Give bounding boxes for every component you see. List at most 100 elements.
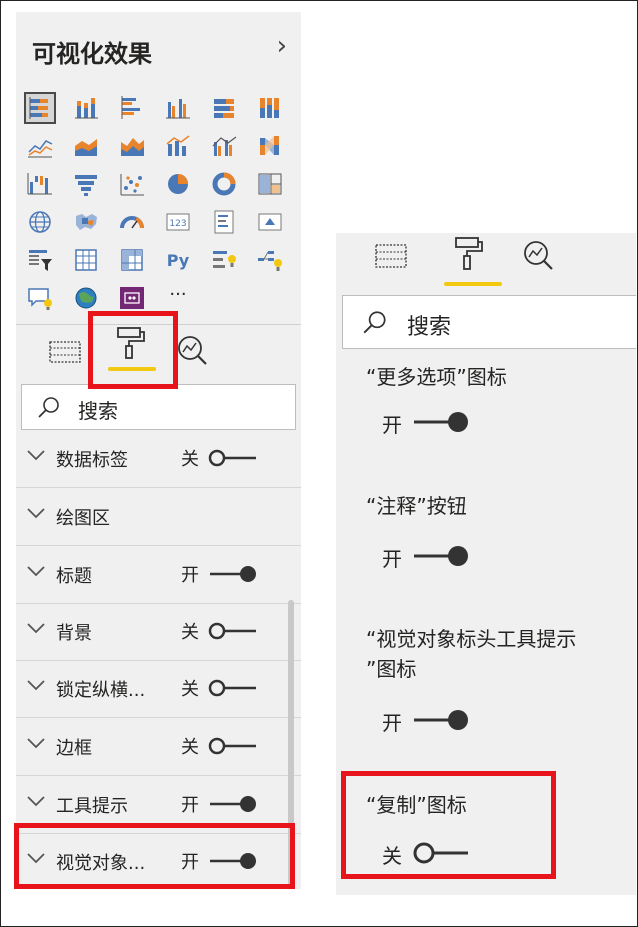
option-copy-icon-label: “复制”图标 bbox=[366, 793, 467, 817]
toggle-state-label: 开 bbox=[181, 795, 199, 816]
line-stacked-column-chart-icon[interactable] bbox=[164, 132, 192, 160]
chevron-down-icon bbox=[27, 680, 45, 691]
active-tab-underline bbox=[444, 282, 502, 286]
toggle-state-label: 关 bbox=[181, 622, 199, 643]
section-title[interactable]: 标题 开 bbox=[16, 546, 301, 604]
search-placeholder: 搜索 bbox=[78, 399, 118, 423]
toggle-state-label: 开 bbox=[181, 852, 199, 873]
option-annotation-button-label: “注释”按钮 bbox=[366, 494, 467, 518]
chevron-down-icon bbox=[27, 623, 45, 634]
toggle-switch[interactable] bbox=[208, 678, 258, 698]
section-plot-area[interactable]: 绘图区 bbox=[16, 488, 301, 546]
toggle-state-label: 开 bbox=[382, 711, 402, 735]
arcgis-map-icon[interactable] bbox=[72, 284, 100, 312]
fields-tab-icon[interactable] bbox=[372, 239, 410, 275]
scatter-chart-icon[interactable] bbox=[118, 170, 146, 198]
python-visual-icon[interactable]: Py bbox=[164, 246, 192, 274]
100-stacked-bar-chart-icon[interactable] bbox=[210, 94, 238, 122]
waterfall-chart-icon[interactable] bbox=[26, 170, 54, 198]
stacked-bar-chart-icon[interactable] bbox=[24, 92, 56, 124]
search-input[interactable]: 搜索 bbox=[342, 295, 636, 349]
fields-tab-icon[interactable] bbox=[46, 332, 84, 368]
donut-chart-icon[interactable] bbox=[210, 170, 238, 198]
analytics-magnifier-icon[interactable] bbox=[520, 237, 558, 273]
section-background[interactable]: 背景 关 bbox=[16, 603, 301, 661]
toggle-switch[interactable] bbox=[208, 448, 258, 468]
toggle-switch[interactable] bbox=[208, 794, 258, 814]
area-chart-icon[interactable] bbox=[72, 132, 100, 160]
treemap-icon[interactable] bbox=[256, 170, 284, 198]
toggle-state-label: 关 bbox=[382, 844, 402, 868]
chevron-down-icon bbox=[27, 508, 45, 519]
stacked-area-chart-icon[interactable] bbox=[118, 132, 146, 160]
section-label: 锁定纵横... bbox=[56, 680, 146, 701]
search-placeholder: 搜索 bbox=[407, 315, 452, 340]
slicer-icon[interactable] bbox=[26, 246, 54, 274]
ribbon-chart-icon[interactable] bbox=[256, 132, 284, 160]
qa-icon[interactable] bbox=[26, 284, 54, 312]
line-chart-icon[interactable] bbox=[26, 132, 54, 160]
visual-header-options-pane: 搜索 “更多选项”图标 开 “注释”按钮 开 “视觉对象标头工具提示 ”图标 开… bbox=[336, 233, 636, 895]
copy-icon-toggle-switch[interactable] bbox=[412, 841, 470, 865]
stacked-column-chart-icon[interactable] bbox=[72, 94, 100, 122]
toggle-switch[interactable] bbox=[208, 621, 258, 641]
analytics-magnifier-icon[interactable] bbox=[174, 332, 212, 368]
option-header-tooltip-label-line1: “视觉对象标头工具提示 bbox=[366, 627, 577, 651]
scrollbar[interactable] bbox=[288, 600, 294, 889]
clustered-bar-chart-icon[interactable] bbox=[118, 94, 146, 122]
annotation-toggle-switch[interactable] bbox=[412, 544, 470, 568]
toggle-state-label: 关 bbox=[181, 737, 199, 758]
chevron-down-icon bbox=[27, 853, 45, 864]
collapse-chevron-icon[interactable]: › bbox=[277, 32, 287, 60]
kpi-icon[interactable] bbox=[256, 208, 284, 236]
more-visuals-icon[interactable]: ··· bbox=[164, 284, 192, 312]
toggle-switch[interactable] bbox=[208, 736, 258, 756]
section-tooltip[interactable]: 工具提示 开 bbox=[16, 776, 301, 834]
section-label: 绘图区 bbox=[56, 508, 110, 529]
pie-chart-icon[interactable] bbox=[164, 170, 192, 198]
section-label: 视觉对象... bbox=[56, 853, 146, 874]
visualizations-pane: 可视化效果 › 123 Py ··· 搜索 数据标签 关 绘图区 标题 开 背景… bbox=[16, 12, 301, 889]
filled-map-icon[interactable] bbox=[72, 208, 100, 236]
format-paint-roller-icon[interactable] bbox=[110, 324, 148, 360]
power-apps-icon[interactable] bbox=[118, 284, 146, 312]
svg-text:···: ··· bbox=[169, 284, 186, 305]
section-label: 标题 bbox=[56, 566, 92, 587]
option-more-options-icon-label: “更多选项”图标 bbox=[366, 365, 507, 389]
search-input[interactable]: 搜索 bbox=[21, 384, 296, 430]
toggle-switch[interactable] bbox=[208, 564, 258, 584]
header-tooltip-toggle-switch[interactable] bbox=[412, 708, 470, 732]
decomposition-tree-icon[interactable] bbox=[256, 246, 284, 274]
search-icon bbox=[38, 397, 59, 418]
multi-row-card-icon[interactable] bbox=[210, 208, 238, 236]
section-label: 工具提示 bbox=[56, 796, 128, 817]
100-stacked-column-chart-icon[interactable] bbox=[256, 94, 284, 122]
option-header-tooltip-label-line2: ”图标 bbox=[366, 657, 417, 681]
chevron-down-icon bbox=[27, 566, 45, 577]
clustered-column-chart-icon[interactable] bbox=[164, 94, 192, 122]
table-icon[interactable] bbox=[72, 246, 100, 274]
pane-title: 可视化效果 bbox=[32, 40, 152, 68]
gallery-divider bbox=[16, 324, 301, 325]
gauge-icon[interactable] bbox=[118, 208, 146, 236]
matrix-icon[interactable] bbox=[118, 246, 146, 274]
card-icon[interactable]: 123 bbox=[164, 208, 192, 236]
toggle-state-label: 关 bbox=[181, 449, 199, 470]
line-clustered-column-chart-icon[interactable] bbox=[210, 132, 238, 160]
section-visual-header[interactable]: 视觉对象... 开 bbox=[16, 833, 301, 889]
section-label: 边框 bbox=[56, 738, 92, 759]
svg-text:Py: Py bbox=[167, 251, 190, 270]
section-label: 背景 bbox=[56, 623, 92, 644]
section-lock-aspect[interactable]: 锁定纵横... 关 bbox=[16, 660, 301, 718]
toggle-switch[interactable] bbox=[208, 851, 258, 871]
chevron-down-icon bbox=[27, 450, 45, 461]
toggle-state-label: 关 bbox=[181, 679, 199, 700]
more-options-toggle-switch[interactable] bbox=[412, 410, 470, 434]
section-data-labels[interactable]: 数据标签 关 bbox=[16, 430, 301, 488]
funnel-chart-icon[interactable] bbox=[72, 170, 100, 198]
key-influencers-icon[interactable] bbox=[210, 246, 238, 274]
map-icon[interactable] bbox=[26, 208, 54, 236]
format-paint-roller-icon[interactable] bbox=[448, 235, 486, 271]
section-border[interactable]: 边框 关 bbox=[16, 718, 301, 776]
section-label: 数据标签 bbox=[56, 450, 128, 471]
